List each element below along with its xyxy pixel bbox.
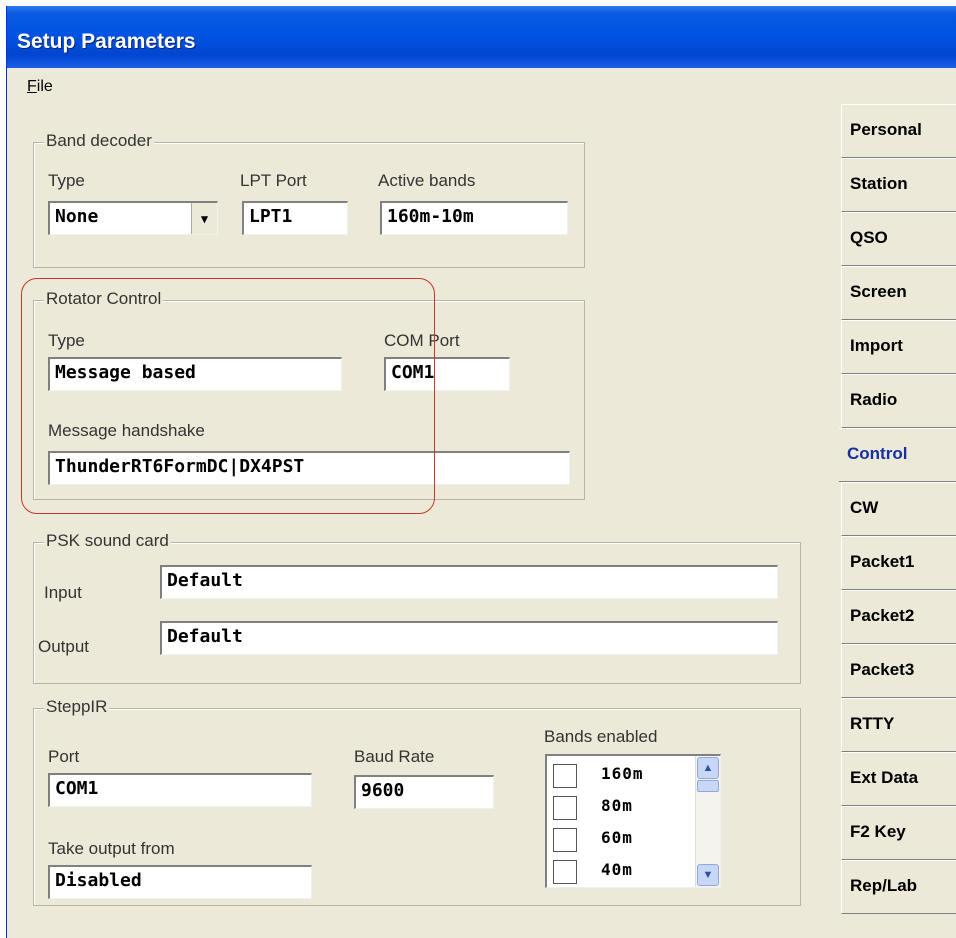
band-checkbox[interactable] xyxy=(553,764,577,788)
take-output-from-label: Take output from xyxy=(48,839,175,858)
band-decoder-type-select[interactable]: None ▼ xyxy=(48,201,218,235)
rotator-control-group: Rotator Control Type Message based COM P… xyxy=(33,289,585,500)
title-bar[interactable]: Setup Parameters xyxy=(7,6,956,68)
active-bands-input[interactable]: 160m-10m xyxy=(380,201,568,235)
tab-qso[interactable]: QSO xyxy=(841,212,956,266)
setup-parameters-window: Setup Parameters File Band decoder Type … xyxy=(6,6,956,938)
menu-bar: File xyxy=(7,68,956,105)
rotator-type-input[interactable]: Message based xyxy=(48,357,342,391)
tab-f2-key[interactable]: F2 Key xyxy=(841,806,956,860)
baud-rate-label: Baud Rate xyxy=(354,747,435,766)
band-decoder-legend: Band decoder xyxy=(44,131,154,151)
scroll-up-icon[interactable]: ▲ xyxy=(697,757,719,779)
lpt-port-label: LPT Port xyxy=(240,171,307,190)
bands-scrollbar[interactable]: ▲ ▼ xyxy=(695,756,720,887)
band-label: 80m xyxy=(601,796,633,815)
band-checkbox[interactable] xyxy=(553,828,577,852)
tab-packet3[interactable]: Packet3 xyxy=(841,644,956,698)
psk-sound-card-group: PSK sound card Input Default Output Defa… xyxy=(33,531,801,684)
band-label: 160m xyxy=(601,764,644,783)
tab-import[interactable]: Import xyxy=(841,320,956,374)
tab-personal[interactable]: Personal xyxy=(841,104,956,158)
active-bands-label: Active bands xyxy=(378,171,476,190)
message-handshake-label: Message handshake xyxy=(48,421,205,440)
tab-radio[interactable]: Radio xyxy=(841,374,956,428)
psk-sound-card-legend: PSK sound card xyxy=(44,531,171,551)
psk-input-label: Input xyxy=(44,583,82,602)
band-decoder-group: Band decoder Type None ▼ LPT Port LPT1 A… xyxy=(33,131,585,268)
tab-screen[interactable]: Screen xyxy=(841,266,956,320)
bands-enabled-label: Bands enabled xyxy=(544,727,658,746)
band-row[interactable]: 80m xyxy=(553,794,693,826)
com-port-input[interactable]: COM1 xyxy=(384,357,510,391)
psk-output-label: Output xyxy=(38,637,90,656)
take-output-from-input[interactable]: Disabled xyxy=(48,865,312,899)
tab-control[interactable]: Control xyxy=(839,428,956,482)
rotator-type-label: Type xyxy=(48,331,85,350)
window-title: Setup Parameters xyxy=(17,30,196,53)
scroll-down-icon[interactable]: ▼ xyxy=(697,864,719,886)
steppir-legend: SteppIR xyxy=(44,697,110,717)
message-handshake-input[interactable]: ThunderRT6FormDC|DX4PST xyxy=(48,451,570,485)
chevron-down-icon[interactable]: ▼ xyxy=(191,203,217,234)
tab-cw[interactable]: CW xyxy=(841,482,956,536)
com-port-label: COM Port xyxy=(384,331,460,350)
tab-packet2[interactable]: Packet2 xyxy=(841,590,956,644)
band-decoder-type-value: None xyxy=(55,206,99,227)
band-decoder-type-label: Type xyxy=(48,171,85,190)
scroll-thumb[interactable] xyxy=(697,780,719,792)
rotator-control-legend: Rotator Control xyxy=(44,289,164,309)
band-row[interactable]: 160m xyxy=(553,762,693,794)
control-tab-content: Band decoder Type None ▼ LPT Port LPT1 A… xyxy=(7,104,956,938)
bands-enabled-list[interactable]: 160m 80m 60m 40m ▲ ▼ xyxy=(545,754,721,888)
steppir-port-input[interactable]: COM1 xyxy=(48,773,312,807)
lpt-port-input[interactable]: LPT1 xyxy=(242,201,348,235)
band-label: 60m xyxy=(601,828,633,847)
settings-tabs: Personal Station QSO Screen Import Radio… xyxy=(839,104,956,938)
band-row[interactable]: 60m xyxy=(553,826,693,858)
tab-rtty[interactable]: RTTY xyxy=(841,698,956,752)
psk-input-field[interactable]: Default xyxy=(160,565,778,599)
baud-rate-input[interactable]: 9600 xyxy=(354,775,494,809)
tab-station[interactable]: Station xyxy=(841,158,956,212)
psk-output-field[interactable]: Default xyxy=(160,621,778,655)
tab-rep-lab[interactable]: Rep/Lab xyxy=(841,860,956,914)
band-label: 40m xyxy=(601,860,633,879)
band-row[interactable]: 40m xyxy=(553,858,693,887)
menu-file[interactable]: File xyxy=(27,78,53,96)
tab-ext-data[interactable]: Ext Data xyxy=(841,752,956,806)
steppir-port-label: Port xyxy=(48,747,80,766)
band-checkbox[interactable] xyxy=(553,796,577,820)
tab-packet1[interactable]: Packet1 xyxy=(841,536,956,590)
band-checkbox[interactable] xyxy=(553,860,577,884)
